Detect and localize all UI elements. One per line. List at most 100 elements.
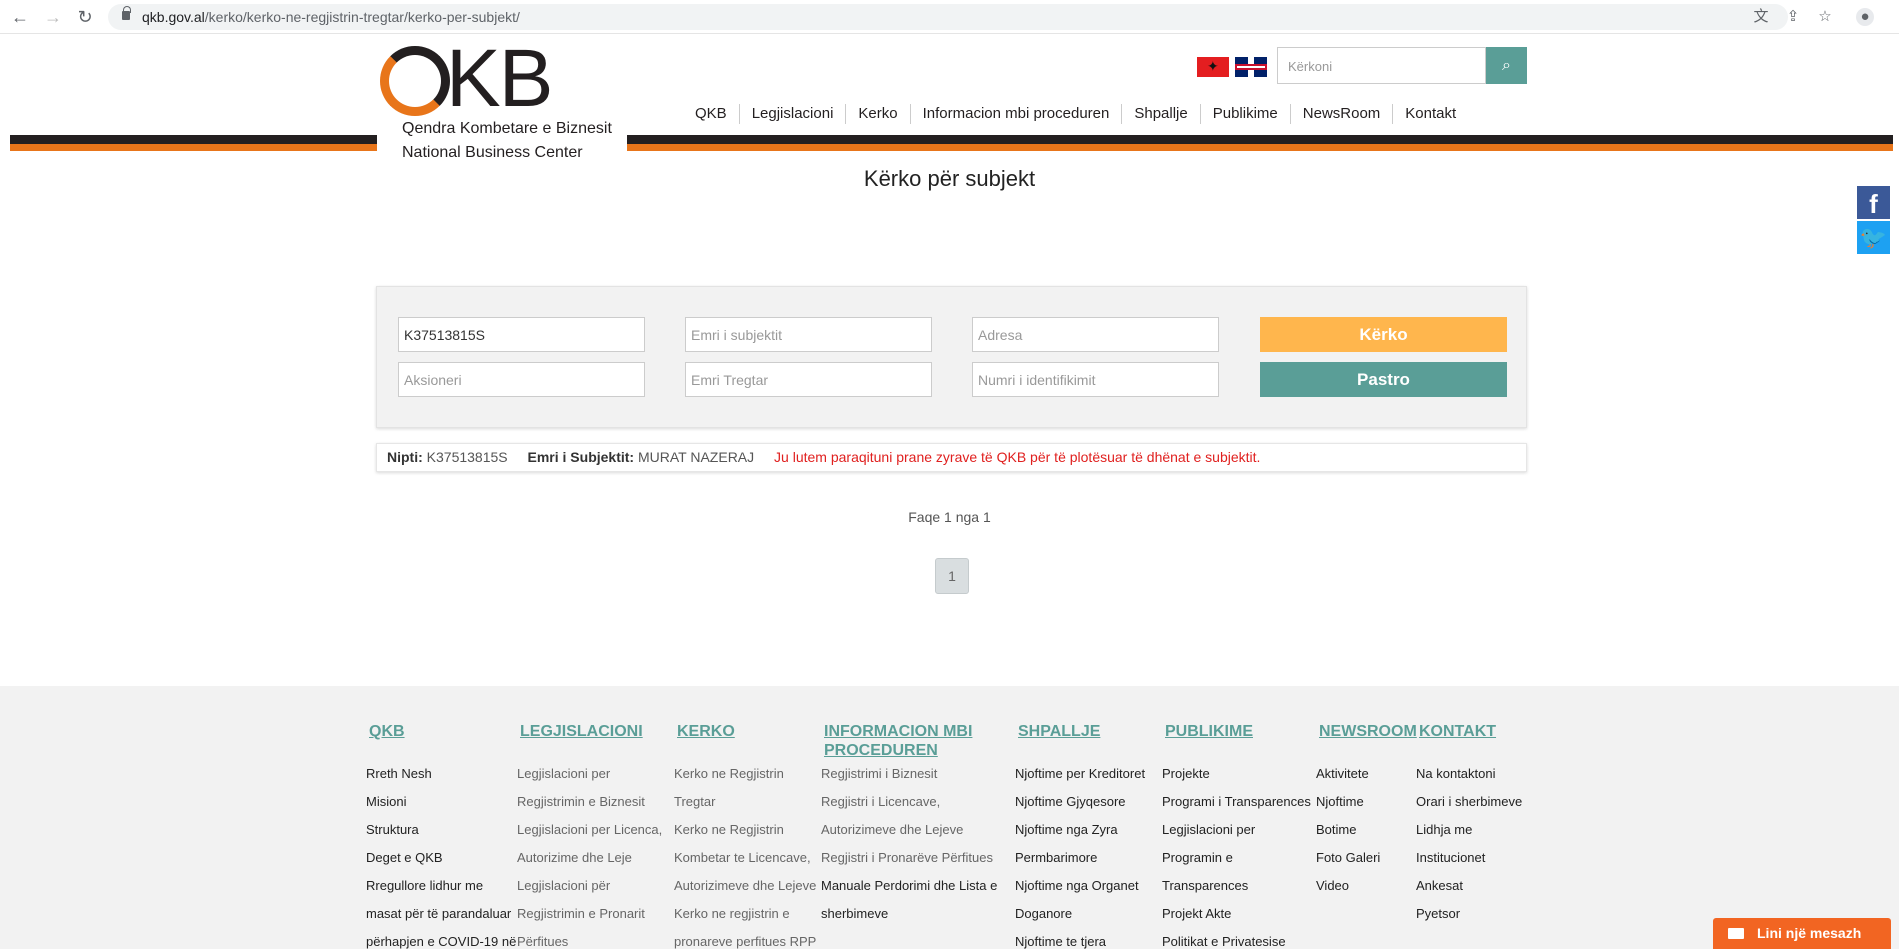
logo-letters: KB bbox=[446, 33, 553, 124]
footer-link[interactable]: Njoftime te tjera bbox=[1015, 928, 1145, 949]
search-icon[interactable]: ⌕ bbox=[1486, 47, 1527, 84]
footer-link[interactable]: përhapjen e COVID-19 në bbox=[366, 928, 516, 949]
search-button[interactable]: Kërko bbox=[1260, 317, 1507, 352]
leave-message-button[interactable]: Lini një mesazh bbox=[1713, 918, 1891, 949]
footer-link[interactable]: Përfitues bbox=[517, 928, 662, 949]
footer-link[interactable]: Kerko ne regjistrin e bbox=[674, 900, 816, 928]
footer-link[interactable]: Deget e QKB bbox=[366, 844, 516, 872]
id-number-input[interactable]: Numri i identifikimit bbox=[972, 362, 1219, 397]
footer-link[interactable]: Orari i sherbimeve bbox=[1416, 788, 1522, 816]
bookmark-star-icon[interactable]: ☆ bbox=[1816, 8, 1834, 26]
facebook-icon[interactable]: f bbox=[1857, 186, 1890, 219]
footer-link[interactable]: Regjistrimin e Biznesit bbox=[517, 788, 662, 816]
uk-flag-icon[interactable] bbox=[1235, 57, 1267, 77]
url-path: /kerko/kerko-ne-regjistrin-tregtar/kerko… bbox=[204, 9, 520, 25]
footer-link[interactable]: Njoftime Gjyqesore bbox=[1015, 788, 1145, 816]
nav-publikime[interactable]: Publikime bbox=[1201, 104, 1291, 124]
footer-link[interactable]: Autorizimeve dhe Lejeve bbox=[674, 872, 816, 900]
footer-link[interactable]: Pyetsor bbox=[1416, 900, 1522, 928]
footer-link[interactable]: Video bbox=[1316, 872, 1417, 900]
footer-heading-qkb[interactable]: QKB bbox=[369, 722, 516, 760]
footer-link[interactable]: Manuale Perdorimi dhe Lista e bbox=[821, 872, 997, 900]
footer-link[interactable]: Permbarimore bbox=[1015, 844, 1145, 872]
footer-link[interactable]: Doganore bbox=[1015, 900, 1145, 928]
footer-link[interactable]: Programi i Transparences bbox=[1162, 788, 1311, 816]
nav-legjislacioni[interactable]: Legjislacioni bbox=[740, 104, 847, 124]
footer-link[interactable]: Autorizime dhe Leje bbox=[517, 844, 662, 872]
shareholder-input[interactable]: Aksioneri bbox=[398, 362, 645, 397]
completion-warning: Ju lutem paraqituni prane zyrave të QKB … bbox=[774, 449, 1261, 465]
footer-column-informacion: INFORMACION MBI PROCEDUREN Regjistrimi i… bbox=[821, 722, 997, 928]
footer-link[interactable]: Lidhja me bbox=[1416, 816, 1522, 844]
footer-link[interactable]: Institucionet bbox=[1416, 844, 1522, 872]
footer-link[interactable]: Kerko ne Regjistrin bbox=[674, 760, 816, 788]
footer-link[interactable]: Kerko ne Regjistrin bbox=[674, 816, 816, 844]
nav-newsroom[interactable]: NewsRoom bbox=[1291, 104, 1394, 124]
footer-link[interactable]: Botime bbox=[1316, 816, 1417, 844]
footer-link[interactable]: Regjistrimi i Biznesit bbox=[821, 760, 997, 788]
footer-link[interactable]: Njoftime nga Zyra bbox=[1015, 816, 1145, 844]
trade-name-input[interactable]: Emri Tregtar bbox=[685, 362, 932, 397]
clear-button[interactable]: Pastro bbox=[1260, 362, 1507, 397]
nav-kontakt[interactable]: Kontakt bbox=[1393, 104, 1468, 124]
reload-icon[interactable]: ↻ bbox=[75, 7, 95, 27]
albanian-flag-icon[interactable] bbox=[1197, 57, 1229, 77]
footer-link[interactable]: Projekte bbox=[1162, 760, 1311, 788]
footer-link[interactable]: Regjistri i Licencave, bbox=[821, 788, 997, 816]
footer-link[interactable]: Njoftime bbox=[1316, 788, 1417, 816]
header-search-input[interactable]: Kërkoni bbox=[1277, 47, 1486, 84]
footer-link[interactable]: Kombetar te Licencave, bbox=[674, 844, 816, 872]
address-bar[interactable]: qkb.gov.al/kerko/kerko-ne-regjistrin-tre… bbox=[108, 4, 1788, 30]
footer-link[interactable]: Politikat e Privatesise bbox=[1162, 928, 1311, 949]
footer-link[interactable]: Tregtar bbox=[674, 788, 816, 816]
twitter-icon[interactable]: 🐦 bbox=[1857, 221, 1890, 254]
nav-kerko[interactable]: Kerko bbox=[846, 104, 911, 124]
footer-link[interactable]: Aktivitete bbox=[1316, 760, 1417, 788]
footer-link[interactable]: Legjislacioni për bbox=[517, 872, 662, 900]
footer-link[interactable]: Rregullore lidhur me bbox=[366, 872, 516, 900]
footer-heading-kerko[interactable]: KERKO bbox=[677, 722, 816, 760]
qkb-logo[interactable]: KB Qendra Kombetare e Biznesit National … bbox=[380, 36, 620, 164]
footer-link[interactable]: Njoftime per Kreditoret bbox=[1015, 760, 1145, 788]
profile-icon[interactable]: ● bbox=[1856, 8, 1874, 26]
footer-link[interactable]: pronareve perfitues RPP bbox=[674, 928, 816, 949]
subject-name-label: Emri i Subjektit: bbox=[527, 449, 635, 465]
translate-icon[interactable]: 文 bbox=[1752, 8, 1770, 26]
nav-shpallje[interactable]: Shpallje bbox=[1122, 104, 1201, 124]
page-button-1[interactable]: 1 bbox=[935, 558, 969, 594]
footer-heading-publikime[interactable]: PUBLIKIME bbox=[1165, 722, 1311, 760]
footer-link[interactable]: Regjistrimin e Pronarit bbox=[517, 900, 662, 928]
footer-link[interactable]: Njoftime nga Organet bbox=[1015, 872, 1145, 900]
share-icon[interactable]: ⇪ bbox=[1784, 8, 1802, 26]
nav-informacion[interactable]: Informacion mbi proceduren bbox=[911, 104, 1123, 124]
footer-link[interactable]: Programin e bbox=[1162, 844, 1311, 872]
nipt-input[interactable]: K37513815S bbox=[398, 317, 645, 352]
footer-link[interactable]: Autorizimeve dhe Lejeve bbox=[821, 816, 997, 844]
footer-link[interactable]: Na kontaktoni bbox=[1416, 760, 1522, 788]
footer-heading-shpallje[interactable]: SHPALLJE bbox=[1018, 722, 1145, 760]
footer-heading-newsroom[interactable]: NEWSROOM bbox=[1319, 722, 1417, 760]
footer-heading-kontakt[interactable]: KONTAKT bbox=[1419, 722, 1522, 760]
subject-name-input[interactable]: Emri i subjektit bbox=[685, 317, 932, 352]
footer-link[interactable]: Foto Galeri bbox=[1316, 844, 1417, 872]
forward-arrow-icon[interactable]: → bbox=[43, 7, 63, 27]
footer-heading-line: INFORMACION MBI bbox=[824, 723, 973, 740]
address-input[interactable]: Adresa bbox=[972, 317, 1219, 352]
footer-link[interactable]: Regjistri i Pronarëve Përfitues bbox=[821, 844, 997, 872]
back-arrow-icon[interactable]: ← bbox=[10, 7, 30, 27]
footer-link[interactable]: Legjislacioni per bbox=[1162, 816, 1311, 844]
footer-link[interactable]: sherbimeve bbox=[821, 900, 997, 928]
footer-heading-informacion[interactable]: INFORMACION MBI PROCEDUREN bbox=[824, 722, 997, 760]
result-row[interactable]: Nipti: K37513815S Emri i Subjektit: MURA… bbox=[376, 443, 1527, 472]
footer-link[interactable]: Projekt Akte bbox=[1162, 900, 1311, 928]
footer-heading-legjislacioni[interactable]: LEGJISLACIONI bbox=[520, 722, 662, 760]
footer-link[interactable]: Ankesat bbox=[1416, 872, 1522, 900]
footer-link[interactable]: Legjislacioni per bbox=[517, 760, 662, 788]
footer-link[interactable]: Misioni bbox=[366, 788, 516, 816]
footer-link[interactable]: Legjislacioni per Licenca, bbox=[517, 816, 662, 844]
footer-link[interactable]: Transparences bbox=[1162, 872, 1311, 900]
nav-qkb[interactable]: QKB bbox=[683, 104, 740, 124]
footer-link[interactable]: masat për të parandaluar bbox=[366, 900, 516, 928]
footer-link[interactable]: Struktura bbox=[366, 816, 516, 844]
footer-link[interactable]: Rreth Nesh bbox=[366, 760, 516, 788]
